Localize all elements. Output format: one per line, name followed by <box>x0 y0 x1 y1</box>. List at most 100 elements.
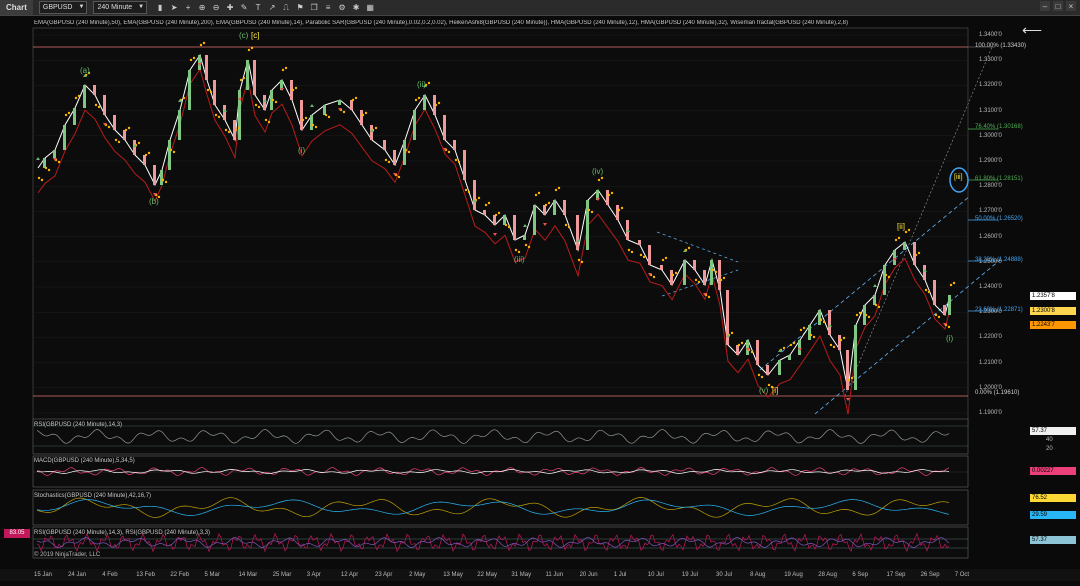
sar-dot <box>782 346 786 350</box>
sar-dot <box>327 115 331 119</box>
chevron-down-icon: ▼ <box>138 4 145 10</box>
circled-wave-label: [iii] <box>954 174 963 181</box>
zoom-in-icon[interactable]: ⊕ <box>197 3 207 13</box>
timeframe-value: 240 Minute <box>97 4 133 11</box>
text-icon[interactable]: T <box>253 3 263 13</box>
time-tick: 3 Apr <box>306 572 321 578</box>
sar-dot <box>937 315 941 319</box>
sar-dot <box>577 258 581 262</box>
heiken-ashi-bar <box>943 305 946 315</box>
arrow-left-icon[interactable]: ⟵ <box>1022 22 1042 39</box>
sar-dot <box>527 245 531 249</box>
sar-dot <box>407 150 411 154</box>
instrument-select[interactable]: GBPUSD ▼ <box>38 1 88 14</box>
time-tick: 6 Sep <box>852 572 869 578</box>
sar-dot <box>67 111 71 115</box>
bookmark-icon[interactable]: ❐ <box>309 3 319 13</box>
heiken-ashi-bar <box>53 150 56 158</box>
sar-dot <box>497 211 501 215</box>
sar-dot <box>172 150 176 154</box>
grid-icon[interactable]: ▦ <box>365 3 375 13</box>
zoom-out-icon[interactable]: ⊖ <box>211 3 221 13</box>
sar-dot <box>809 333 813 337</box>
wave-label: (a) <box>80 66 90 75</box>
chart-canvas[interactable] <box>0 16 1080 581</box>
heiken-ashi-bar <box>513 215 516 240</box>
copyright-text: © 2019 NinjaTrader, LLC <box>34 552 101 558</box>
heiken-ashi-bar <box>253 60 256 95</box>
heiken-ashi-bar <box>223 105 226 120</box>
sar-dot <box>342 110 346 114</box>
heiken-ashi-bar <box>423 95 426 110</box>
sar-dot <box>914 253 918 257</box>
heiken-ashi-bar <box>854 325 857 390</box>
maximize-icon[interactable]: □ <box>1053 1 1063 11</box>
sar-dot <box>564 223 568 227</box>
sar-dot <box>514 248 518 252</box>
time-tick: 13 Feb <box>136 572 155 578</box>
arrow-icon[interactable]: ↗ <box>267 3 277 13</box>
heiken-ashi-bar <box>300 100 303 130</box>
timeframe-select[interactable]: 240 Minute ▼ <box>93 1 148 14</box>
list-icon[interactable]: ≡ <box>323 3 333 13</box>
sar-dot <box>934 313 938 317</box>
sar-dot <box>664 256 668 260</box>
ruler-icon[interactable]: ⎍ <box>281 3 291 13</box>
heiken-ashi-bar <box>533 205 536 235</box>
sar-dot <box>627 248 631 252</box>
price-tick: 1.3100'0 <box>979 107 1002 114</box>
sar-dot <box>294 86 298 90</box>
time-tick: 2 May <box>409 572 426 578</box>
sar-dot <box>867 315 871 319</box>
gear-icon[interactable]: ⚙ <box>337 3 347 13</box>
settings-icon[interactable]: ✱ <box>351 3 361 13</box>
crosshair-icon[interactable]: + <box>183 3 193 13</box>
sar-dot <box>597 178 601 182</box>
sar-dot <box>161 178 165 182</box>
heiken-ashi-bar <box>660 265 663 270</box>
minimize-icon[interactable]: – <box>1040 1 1050 11</box>
heiken-ashi-bar <box>403 140 406 165</box>
sar-dot <box>107 125 111 129</box>
price-badge: 1.2357'8 <box>1030 292 1076 300</box>
sar-dot <box>467 190 471 194</box>
pencil-icon[interactable]: ✎ <box>239 3 249 13</box>
sar-dot <box>760 375 764 379</box>
price-tick: 1.2100'0 <box>979 359 1002 366</box>
price-tick: 1.3400'0 <box>979 32 1002 38</box>
sar-dot <box>917 251 921 255</box>
heiken-ashi-bar <box>746 340 749 355</box>
heiken-ashi-bar <box>178 110 181 140</box>
time-tick: 11 Jun <box>545 572 564 578</box>
sar-dot <box>671 273 675 277</box>
sar-dot <box>301 118 305 122</box>
bar-chart-icon[interactable]: ▮ <box>155 3 165 13</box>
heiken-ashi-bar <box>766 365 769 375</box>
sar-dot <box>457 160 461 164</box>
heiken-ashi-bar <box>903 242 906 250</box>
time-tick: 17 Sep <box>886 572 906 578</box>
sar-dot <box>361 113 365 117</box>
heiken-ashi-bar <box>168 140 171 170</box>
time-tick: 22 Feb <box>170 572 190 578</box>
plus-icon[interactable]: ✚ <box>225 3 235 13</box>
heiken-ashi-bar <box>443 115 446 140</box>
sar-dot <box>557 186 561 190</box>
sar-dot <box>877 305 881 309</box>
flag-icon[interactable]: ⚑ <box>295 3 305 13</box>
sar-dot <box>517 250 521 254</box>
cursor-icon[interactable]: ➤ <box>169 3 179 13</box>
fib-level-label: 76.40% (1.30168) <box>975 124 1023 130</box>
chart-area[interactable] <box>0 16 1080 581</box>
close-icon[interactable]: × <box>1066 1 1076 11</box>
price-tick: 1.2400'0 <box>979 284 1002 290</box>
sar-dot <box>250 46 254 50</box>
chart-toolbar: Chart GBPUSD ▼ 240 Minute ▼ ▮ ➤ + ⊕ ⊖ ✚ ✎ T ↗ ⎍ ⚑ ❐ ≡ ⚙… <box>0 0 1080 16</box>
sar-dot <box>607 193 611 197</box>
sar-dot <box>237 126 241 130</box>
sar-dot <box>284 66 288 70</box>
heiken-ashi-bar <box>188 70 191 110</box>
sar-dot <box>192 56 196 60</box>
sar-dot <box>590 210 594 214</box>
chevron-down-icon: ▼ <box>78 4 85 10</box>
